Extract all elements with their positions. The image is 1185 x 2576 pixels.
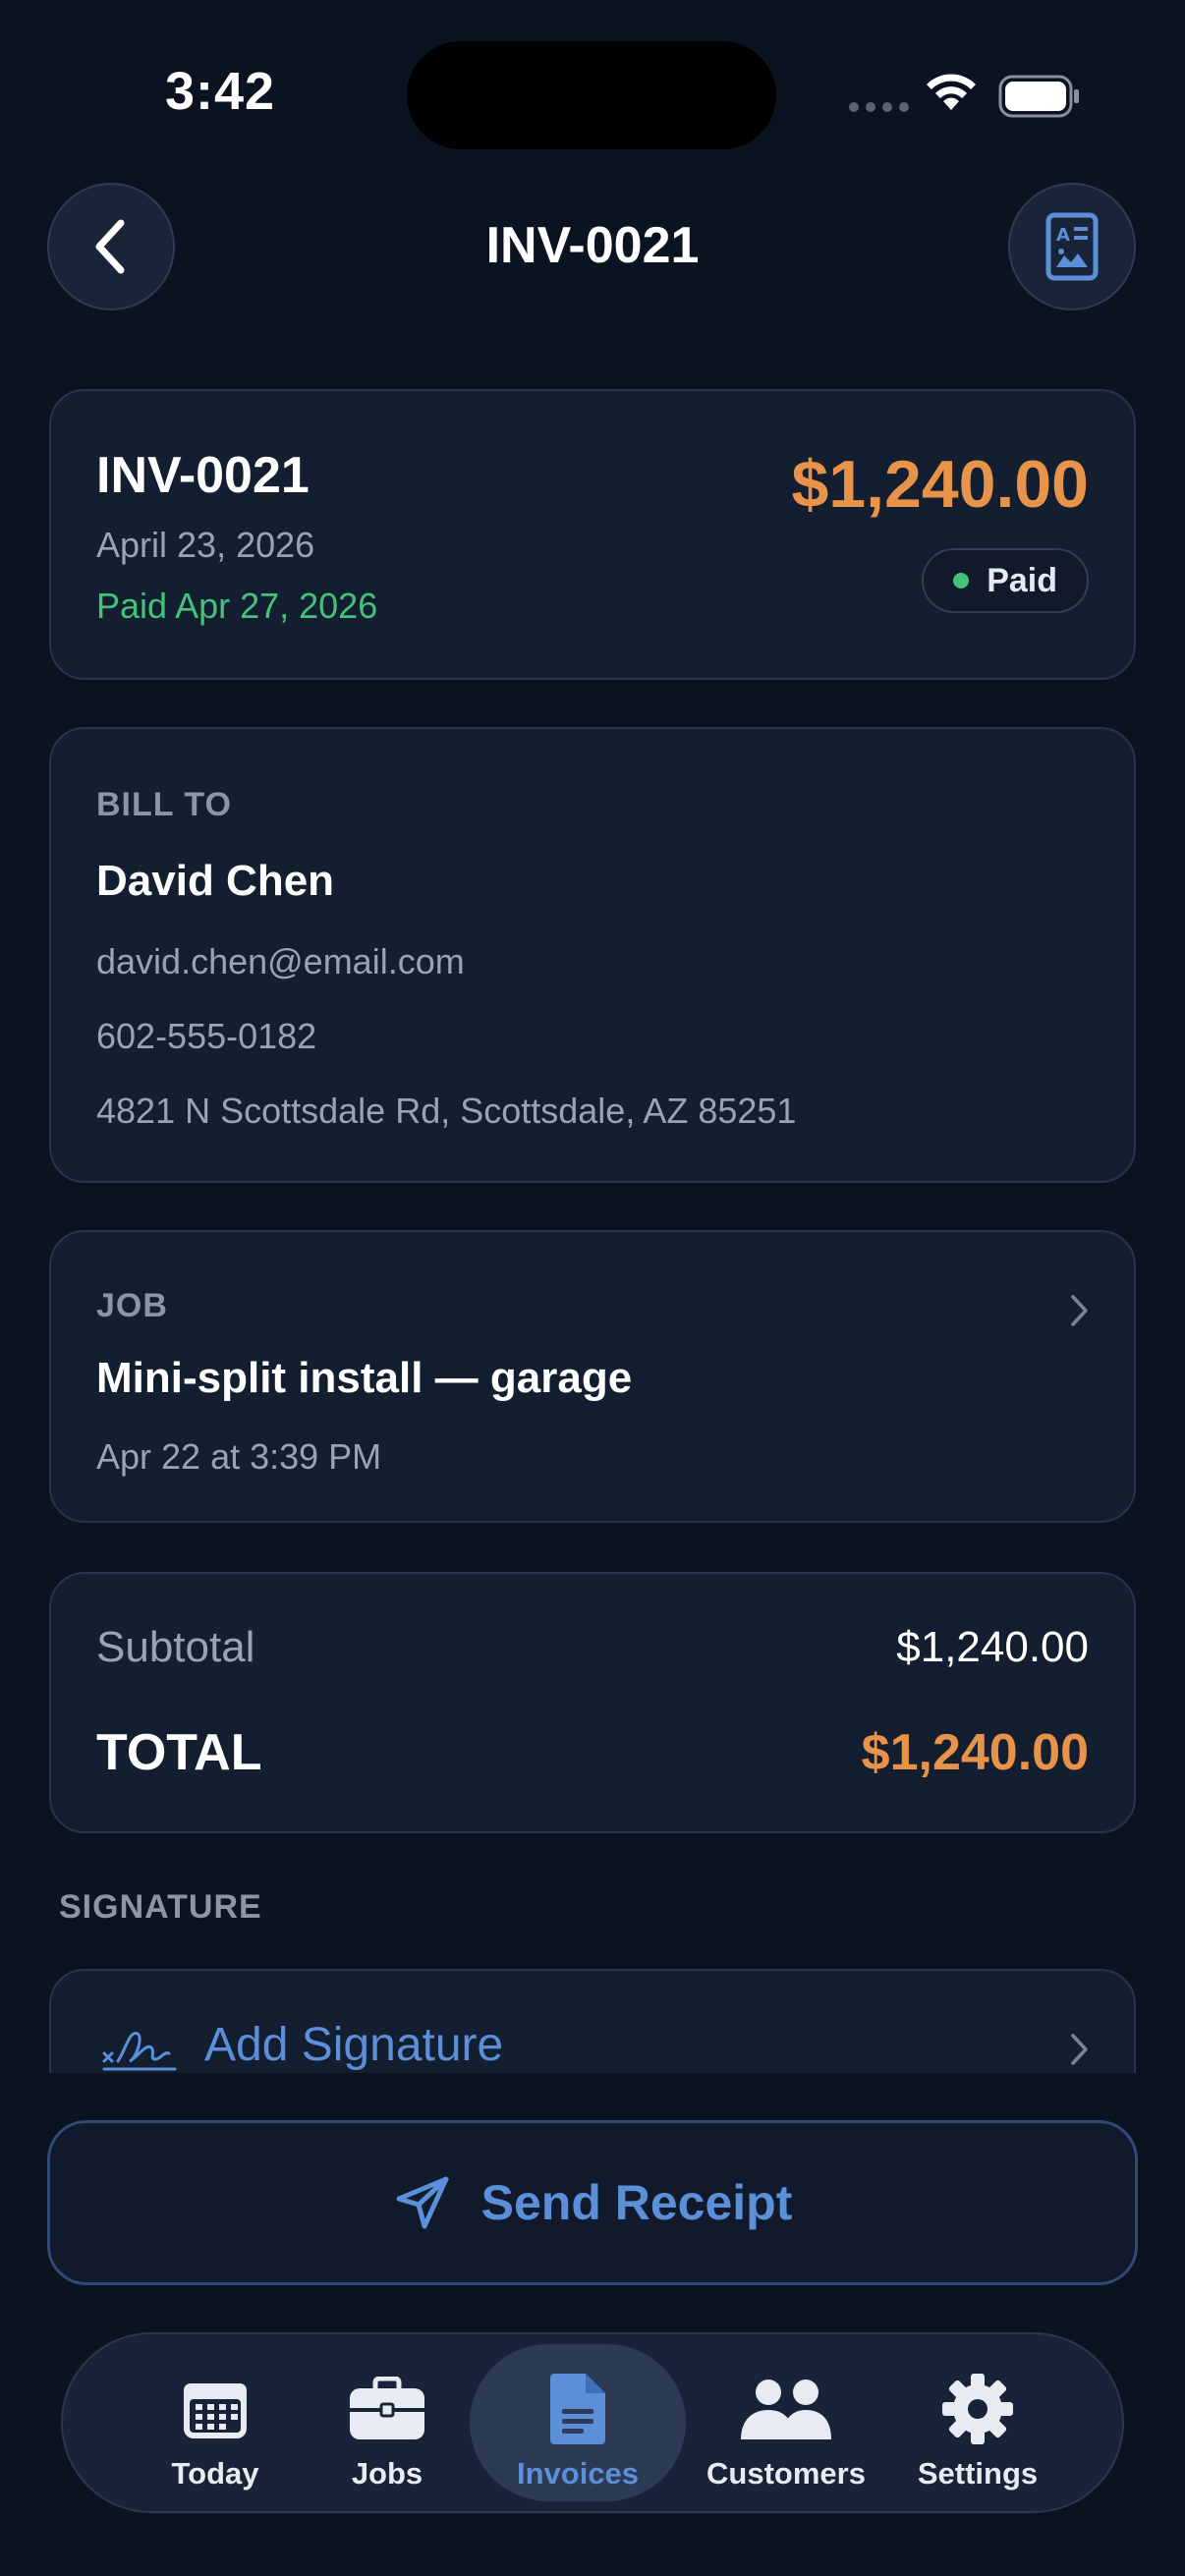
tab-label: Invoices bbox=[516, 2456, 640, 2491]
tab-invoices[interactable]: Invoices bbox=[470, 2344, 686, 2501]
briefcase-icon bbox=[350, 2377, 424, 2439]
paper-plane-icon bbox=[396, 2176, 449, 2229]
job-time: Apr 22 at 3:39 PM bbox=[96, 1436, 382, 1477]
dynamic-island bbox=[407, 41, 776, 149]
customer-email[interactable]: david.chen@email.com bbox=[96, 941, 465, 982]
status-dot-icon bbox=[953, 573, 970, 588]
invoice-summary-card: INV-0021 April 23, 2026 Paid Apr 27, 202… bbox=[49, 389, 1136, 680]
invoice-number: INV-0021 bbox=[96, 447, 310, 504]
tab-bar: Today Jobs Invoices Customers Settings bbox=[61, 2332, 1124, 2513]
invoice-amount: $1,240.00 bbox=[791, 447, 1089, 522]
invoice-paid-date: Paid Apr 27, 2026 bbox=[96, 586, 378, 626]
signature-scroll-area: Add Signature bbox=[0, 1955, 1185, 2073]
signature-heading: SIGNATURE bbox=[59, 1888, 262, 1926]
chevron-right-icon bbox=[1071, 1295, 1088, 1326]
cellular-signal-icon bbox=[849, 102, 909, 112]
invoice-date: April 23, 2026 bbox=[96, 525, 315, 565]
tab-label: Today bbox=[171, 2456, 259, 2491]
totals-card: Subtotal $1,240.00 TOTAL $1,240.00 bbox=[49, 1572, 1136, 1833]
status-badge: Paid bbox=[922, 548, 1089, 613]
job-card[interactable]: JOB Mini-split install — garage Apr 22 a… bbox=[49, 1230, 1136, 1523]
calendar-icon bbox=[184, 2383, 247, 2438]
tab-customers[interactable]: Customers bbox=[688, 2344, 884, 2501]
status-badge-label: Paid bbox=[987, 561, 1057, 599]
tab-today[interactable]: Today bbox=[122, 2344, 309, 2501]
customer-address[interactable]: 4821 N Scottsdale Rd, Scottsdale, AZ 852… bbox=[96, 1091, 796, 1132]
chevron-right-icon bbox=[1071, 2034, 1088, 2065]
battery-icon bbox=[998, 75, 1079, 118]
total-value: $1,240.00 bbox=[861, 1724, 1089, 1781]
invoice-preview-button[interactable]: A bbox=[1008, 183, 1136, 310]
send-receipt-button[interactable]: Send Receipt bbox=[47, 2120, 1138, 2285]
add-signature-row[interactable]: Add Signature bbox=[49, 1969, 1136, 2073]
job-title: Mini-split install — garage bbox=[96, 1354, 633, 1402]
gear-icon bbox=[942, 2374, 1013, 2444]
status-time: 3:42 bbox=[165, 62, 276, 121]
total-label: TOTAL bbox=[96, 1724, 262, 1781]
subtotal-label: Subtotal bbox=[96, 1623, 255, 1671]
svg-text:A: A bbox=[1056, 225, 1070, 246]
tab-label: Settings bbox=[917, 2456, 1039, 2491]
document-preview-icon: A bbox=[1045, 212, 1099, 281]
tab-label: Jobs bbox=[351, 2456, 423, 2491]
send-receipt-label: Send Receipt bbox=[480, 2175, 793, 2230]
customer-name: David Chen bbox=[96, 857, 335, 905]
add-signature-label: Add Signature bbox=[204, 2019, 504, 2071]
wifi-icon bbox=[927, 74, 976, 110]
people-icon bbox=[741, 2380, 831, 2439]
tab-label: Customers bbox=[706, 2456, 866, 2491]
tab-settings[interactable]: Settings bbox=[884, 2344, 1071, 2501]
job-label: JOB bbox=[96, 1287, 168, 1324]
bill-to-label: BILL TO bbox=[96, 786, 232, 823]
tab-jobs[interactable]: Jobs bbox=[309, 2344, 466, 2501]
document-icon bbox=[550, 2374, 605, 2444]
signature-icon bbox=[102, 2032, 177, 2071]
customer-phone[interactable]: 602-555-0182 bbox=[96, 1016, 316, 1057]
status-bar: 3:42 bbox=[0, 0, 1185, 187]
bill-to-card: BILL TO David Chen david.chen@email.com … bbox=[49, 727, 1136, 1183]
subtotal-value: $1,240.00 bbox=[896, 1623, 1089, 1671]
